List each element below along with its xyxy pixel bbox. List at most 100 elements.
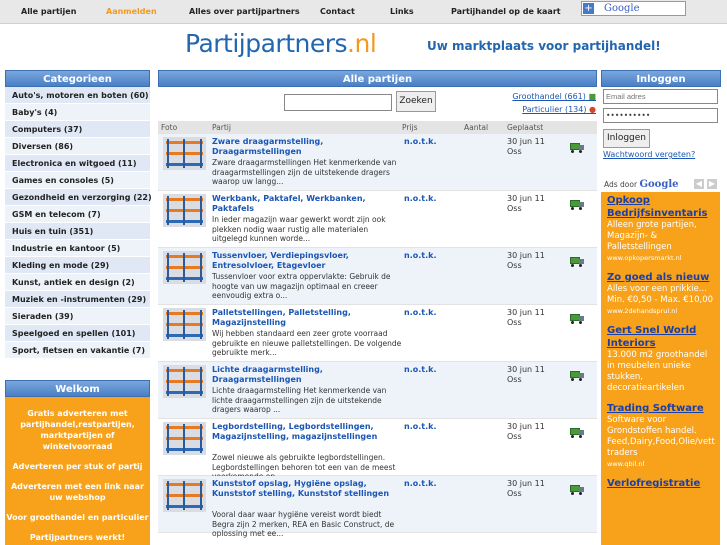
ad-headline[interactable]: Gert Snel World Interiors (607, 324, 714, 350)
truck-icon (570, 257, 584, 267)
next-arrow-icon[interactable]: ▶ (707, 179, 717, 189)
category-item[interactable]: Speelgoed en spellen (101) (5, 325, 150, 342)
listing-date-value: 30 jun 11 (507, 365, 545, 374)
category-item[interactable]: Muziek en -instrumenten (29) (5, 291, 150, 308)
category-item[interactable]: Baby's (4) (5, 104, 150, 121)
table-row[interactable]: Zware draagarmstelling, Draagarmstelling… (158, 134, 597, 191)
table-row[interactable]: Werkbank, Paktafel, Werkbanken, Paktafel… (158, 191, 597, 248)
col-foto: Foto (161, 123, 178, 132)
listing-photo[interactable] (163, 137, 206, 170)
category-item[interactable]: Auto's, motoren en boten (60) (5, 87, 150, 104)
listing-place: Oss (507, 204, 522, 213)
listing-date-value: 30 jun 11 (507, 422, 545, 431)
listing-price: n.o.t.k. (404, 365, 437, 374)
category-item[interactable]: Sport, fietsen en vakantie (7) (5, 342, 150, 359)
ad-headline[interactable]: Trading Software (607, 402, 714, 415)
ads-google: Google (639, 179, 679, 190)
ad-item[interactable]: Gert Snel World Interiors 13.000 m2 groot… (601, 322, 720, 394)
category-item[interactable]: Sieraden (39) (5, 308, 150, 325)
welkom-panel: Gratis adverteren met partijhandel,restp… (5, 397, 150, 545)
nav-contact[interactable]: Contact (320, 7, 355, 16)
ad-url[interactable]: www.qbil.nl (607, 459, 714, 469)
login-button[interactable]: Inloggen (603, 129, 650, 148)
truck-icon (570, 428, 584, 438)
category-item[interactable]: Electronica en witgoed (11) (5, 155, 150, 172)
welkom-line: Gratis adverteren met partijhandel,restp… (20, 409, 135, 451)
nav-alle-partijen[interactable]: Alle partijen (21, 7, 76, 16)
listing-date: 30 jun 11 Oss (507, 422, 545, 442)
password-field[interactable]: •••••••••• (603, 108, 718, 123)
listing-description: In ieder magazijn waar gewerkt wordt zij… (212, 215, 386, 243)
category-item[interactable]: Computers (37) (5, 121, 150, 138)
table-row[interactable]: Kunststof opslag, Hygiëne opslag, Kunsts… (158, 476, 597, 538)
listing-place: Oss (507, 261, 522, 270)
welkom-line: Voor groothandel en particulier (6, 513, 149, 522)
listing-title[interactable]: Palletstellingen, Palletstelling, Magazi… (212, 308, 402, 328)
nav-partijhandel-kaart[interactable]: Partijhandel op de kaart (451, 7, 561, 16)
ad-url[interactable]: www.2dehandsprul.nl (607, 306, 714, 316)
nav-links[interactable]: Links (390, 7, 414, 16)
site-logo[interactable]: Partijpartners.nl (157, 29, 424, 63)
ad-item[interactable]: Zo goed als nieuw Alles voor een prikkie.… (601, 269, 720, 316)
listing-title[interactable]: Kunststof opslag, Hygiëne opslag, Kunsts… (212, 479, 402, 499)
category-item[interactable]: Kleding en mode (29) (5, 257, 150, 274)
category-item[interactable]: Games en consoles (5) (5, 172, 150, 189)
table-row[interactable]: Lichte draagarmstelling, Draagarmstellin… (158, 362, 597, 419)
listing-photo[interactable] (163, 308, 206, 341)
category-item[interactable]: Huis en tuin (351) (5, 223, 150, 240)
search-input[interactable] (284, 94, 392, 111)
table-row[interactable]: Tussenvloer, Verdiepingsvloer, Entresolv… (158, 248, 597, 305)
ad-headline[interactable]: Verlofregistratie (607, 477, 714, 490)
category-item[interactable]: Diversen (86) (5, 138, 150, 155)
listing-place: Oss (507, 147, 522, 156)
listing-date: 30 jun 11 Oss (507, 308, 545, 328)
truck-icon (570, 143, 584, 153)
listing-title[interactable]: Lichte draagarmstelling, Draagarmstellin… (212, 365, 402, 385)
ad-url[interactable]: www.opkopersmarkt.nl (607, 253, 714, 263)
google-toolbar-button[interactable]: + Google (581, 1, 686, 16)
listing-price: n.o.t.k. (404, 194, 437, 203)
category-item[interactable]: Industrie en kantoor (5) (5, 240, 150, 257)
listing-place: Oss (507, 318, 522, 327)
search-button[interactable]: Zoeken (396, 91, 436, 112)
col-prijs: Prijs (402, 123, 418, 132)
forgot-password-link[interactable]: Wachtwoord vergeten? (603, 150, 721, 159)
logo-tld: .nl (347, 29, 377, 58)
truck-icon: ■ (588, 92, 596, 101)
category-item[interactable]: Kunst, antiek en design (2) (5, 274, 150, 291)
col-aantal: Aantal (464, 123, 489, 132)
nav-alles-over[interactable]: Alles over partijpartners (189, 7, 300, 16)
ad-item[interactable]: Verlofregistratie (601, 475, 720, 490)
listing-photo[interactable] (163, 479, 206, 512)
listing-photo[interactable] (163, 422, 206, 455)
filter-particulier[interactable]: Particulier (134) ● (512, 103, 596, 116)
listing-title[interactable]: Werkbank, Paktafel, Werkbanken, Paktafel… (212, 194, 402, 214)
category-item[interactable]: Gezondheid en verzorging (22) (5, 189, 152, 206)
listing-description: Tussenvloer voor extra oppervlakte: Gebr… (212, 272, 391, 300)
category-item[interactable]: GSM en telecom (7) (5, 206, 150, 223)
nav-aanmelden[interactable]: Aanmelden (106, 7, 157, 16)
listing-title[interactable]: Zware draagarmstelling, Draagarmstelling… (212, 137, 402, 157)
email-field[interactable] (603, 89, 718, 104)
site-tagline: Uw marktplaats voor partijhandel! (427, 39, 661, 53)
listing-place: Oss (507, 489, 522, 498)
table-row[interactable]: Legbordstelling, Legbordstellingen, Maga… (158, 419, 597, 481)
ad-body: Alles voor een prikkie... Min. €0,50 - M… (607, 284, 714, 305)
ad-headline[interactable]: Zo goed als nieuw (607, 271, 714, 284)
ad-headline[interactable]: Opkoop Bedrijfsinventaris (607, 194, 714, 220)
listing-title[interactable]: Tussenvloer, Verdiepingsvloer, Entresolv… (212, 251, 402, 271)
filter-groothandel[interactable]: Groothandel (661) ■ (512, 90, 596, 103)
listing-photo[interactable] (163, 251, 206, 284)
listing-photo[interactable] (163, 194, 206, 227)
main-header: Alle partijen (158, 70, 597, 87)
listing-date-value: 30 jun 11 (507, 137, 545, 146)
table-header: Foto Partij Prijs Aantal Geplaatst (158, 121, 597, 134)
listing-photo[interactable] (163, 365, 206, 398)
prev-arrow-icon[interactable]: ◀ (694, 179, 704, 189)
table-row[interactable]: Palletstellingen, Palletstelling, Magazi… (158, 305, 597, 362)
ad-item[interactable]: Trading Software Software voor Grondstoff… (601, 400, 720, 469)
ad-body: Software voor Grondstoffen handel. Feed,… (607, 415, 715, 458)
listing-title[interactable]: Legbordstelling, Legbordstellingen, Maga… (212, 422, 402, 442)
ad-item[interactable]: Opkoop Bedrijfsinventaris Alleen grote pa… (601, 192, 720, 263)
truck-icon (570, 371, 584, 381)
